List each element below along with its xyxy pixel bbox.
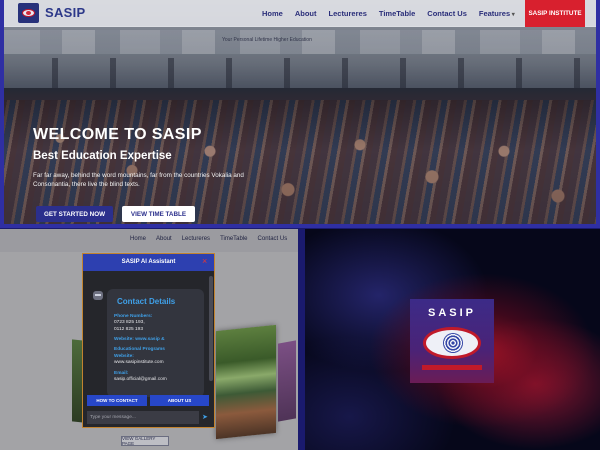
- email-value[interactable]: sasip.official@gmail.com: [114, 377, 197, 384]
- sasip-logo-large: SASIP: [410, 299, 494, 383]
- screenshot-collage: Your Personal Lifetime Higher Education …: [0, 0, 600, 450]
- logo-splash-panel: SASIP: [305, 229, 600, 450]
- programs-label: Educational Programs: [114, 347, 165, 352]
- close-icon[interactable]: ×: [202, 257, 207, 266]
- chat-scrollbar[interactable]: [209, 276, 213, 381]
- phone-label: Phone Numbers:: [114, 314, 153, 319]
- sasip-logo-icon[interactable]: [18, 3, 39, 23]
- how-to-contact-button[interactable]: HOW TO CONTACT: [87, 395, 147, 406]
- nav-timetable[interactable]: TimeTable: [220, 236, 247, 242]
- bot-message-card: Contact Details Phone Numbers: 0723 825 …: [107, 289, 204, 397]
- hero-title: WELCOME TO SASIP: [33, 126, 202, 143]
- nav-lecturers[interactable]: Lectureres: [329, 9, 367, 18]
- logo-underline: [422, 365, 482, 370]
- sasip-institute-button[interactable]: SASIP INSTITUTE: [525, 0, 585, 27]
- about-us-button[interactable]: ABOUT US: [150, 395, 209, 406]
- programs-website-label: Website:: [114, 354, 134, 359]
- nav-about[interactable]: About: [295, 9, 317, 18]
- nav-features-dropdown[interactable]: Features: [479, 9, 515, 18]
- dimmed-navbar: Home About Lectureres TimeTable Contact …: [0, 229, 298, 252]
- view-gallery-button[interactable]: VIEW GALLERY PAGE: [121, 436, 169, 446]
- nav-links: Home About Lectureres TimeTable Contact …: [262, 0, 515, 27]
- chat-title: SASIP AI Assistant: [121, 259, 176, 265]
- email-label: Email:: [114, 370, 129, 376]
- nav-timetable[interactable]: TimeTable: [379, 9, 415, 18]
- chat-message-input[interactable]: [87, 411, 199, 424]
- dimmed-nav-links: Home About Lectureres TimeTable Contact …: [130, 236, 287, 242]
- gallery-slide-right[interactable]: [278, 340, 296, 422]
- contact-details-title: Contact Details: [117, 297, 176, 306]
- eye-icon: [22, 9, 35, 17]
- nav-lecturers[interactable]: Lectureres: [182, 236, 210, 242]
- chat-quick-actions: HOW TO CONTACT ABOUT US: [83, 394, 214, 408]
- splash-logo-text: SASIP: [427, 307, 476, 319]
- hero-overlay: [0, 0, 600, 228]
- iris-spiral: [443, 333, 463, 353]
- send-icon[interactable]: ➤: [202, 413, 208, 421]
- nav-home[interactable]: Home: [130, 236, 146, 242]
- nav-home[interactable]: Home: [262, 9, 283, 18]
- top-navbar: SASIP Home About Lectureres TimeTable Co…: [0, 0, 600, 27]
- nav-about[interactable]: About: [156, 236, 172, 242]
- hero-text: Far far away, behind the word mountains,…: [33, 172, 244, 188]
- logo-text[interactable]: SASIP: [45, 5, 86, 20]
- homepage-hero-panel: Your Personal Lifetime Higher Education …: [0, 0, 600, 228]
- get-started-button[interactable]: GET STARTED NOW: [36, 206, 113, 222]
- nav-contact[interactable]: Contact Us: [258, 236, 288, 242]
- hero-subtitle: Best Education Expertise: [33, 150, 172, 162]
- view-timetable-button[interactable]: VIEW TIME TABLE: [122, 206, 195, 222]
- ai-assistant-chat: SASIP AI Assistant × Contact Details Pho…: [82, 253, 215, 428]
- chat-header: SASIP AI Assistant ×: [83, 254, 214, 271]
- eye-icon: [423, 327, 481, 359]
- robot-icon: [93, 291, 103, 300]
- nav-contact[interactable]: Contact Us: [427, 9, 467, 18]
- gallery-slide-main[interactable]: [216, 324, 276, 440]
- website-label: Website: www.sasip &: [114, 337, 165, 342]
